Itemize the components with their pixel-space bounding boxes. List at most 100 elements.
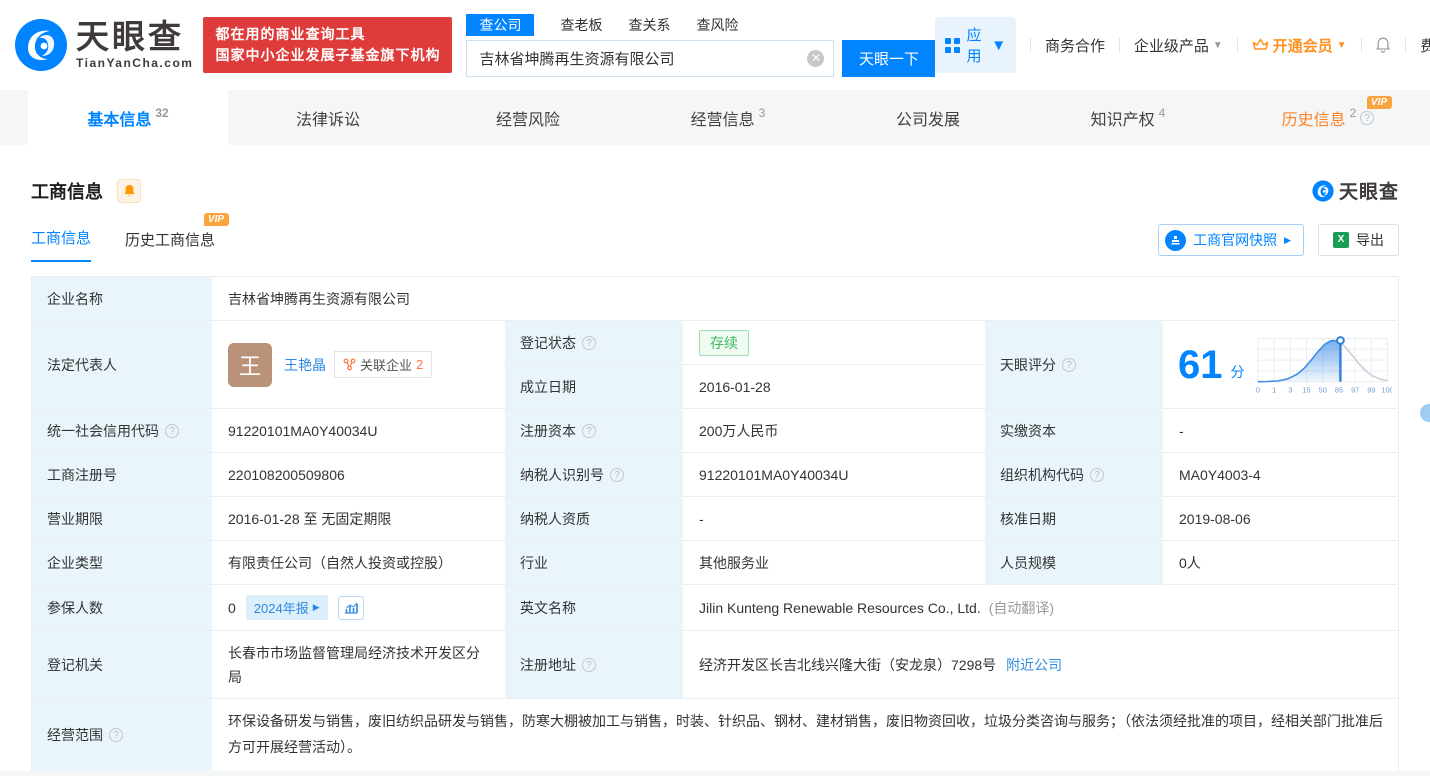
username: 费米 bbox=[1420, 35, 1430, 56]
legal-rep-name-link[interactable]: 王艳晶 bbox=[284, 355, 326, 375]
svg-text:85: 85 bbox=[1334, 385, 1342, 394]
credit-code-label: 统一社会信用代码? bbox=[32, 409, 213, 453]
annual-report-badge[interactable]: 2024年报 ▶ bbox=[246, 595, 328, 620]
company-type-label: 企业类型 bbox=[32, 541, 213, 585]
avatar[interactable]: 王 bbox=[228, 343, 272, 387]
search-tab-relation[interactable]: 查关系 bbox=[628, 14, 670, 36]
score-label: 天眼评分? bbox=[984, 321, 1164, 409]
staff-size-value: 0人 bbox=[1164, 541, 1398, 585]
help-icon[interactable]: ? bbox=[1062, 358, 1076, 372]
help-icon[interactable]: ? bbox=[1090, 468, 1104, 482]
menu-enterprise[interactable]: 企业级产品 ▼ bbox=[1134, 35, 1223, 56]
reg-number-label: 工商注册号 bbox=[32, 453, 213, 497]
industry-label: 行业 bbox=[504, 541, 684, 585]
help-icon[interactable]: ? bbox=[165, 424, 179, 438]
tianyancha-logo[interactable]: 天眼查 TianYanCha.com bbox=[14, 18, 193, 72]
business-info-table: 企业名称 吉林省坤腾再生资源有限公司 法定代表人 王 王艳晶 关联企业 2 bbox=[31, 276, 1399, 771]
legal-rep-cell: 王 王艳晶 关联企业 2 bbox=[213, 321, 504, 409]
menu-cooperation[interactable]: 商务合作 bbox=[1045, 35, 1105, 56]
watermark-text: 天眼查 bbox=[1339, 177, 1399, 204]
slogan-banner: 都在用的商业查询工具 国家中小企业发展子基金旗下机构 bbox=[203, 17, 452, 73]
taxpayer-quality-value: - bbox=[684, 497, 984, 541]
crown-icon bbox=[1252, 38, 1269, 52]
reg-authority-label: 登记机关 bbox=[32, 631, 213, 699]
bell-icon bbox=[123, 184, 136, 198]
clear-icon[interactable]: ✕ bbox=[807, 50, 824, 67]
search-tab-company[interactable]: 查公司 bbox=[466, 14, 534, 36]
user-menu[interactable]: 费米 ▼ bbox=[1420, 35, 1430, 56]
tab-history-info[interactable]: VIP 历史信息2 ? bbox=[1228, 90, 1428, 145]
watermark-logo: 天眼查 bbox=[1312, 177, 1399, 204]
staff-size-label: 人员规模 bbox=[984, 541, 1164, 585]
reg-number-value: 220108200509806 bbox=[213, 453, 504, 497]
export-button[interactable]: X 导出 bbox=[1318, 224, 1399, 256]
svg-text:0: 0 bbox=[1255, 385, 1259, 394]
search-tab-boss[interactable]: 查老板 bbox=[560, 14, 602, 36]
reg-status-label: 登记状态? bbox=[504, 321, 684, 365]
reg-capital-label: 注册资本? bbox=[504, 409, 684, 453]
est-date-value: 2016-01-28 bbox=[684, 365, 984, 409]
tianyancha-company-page: 天眼查 TianYanCha.com 都在用的商业查询工具 国家中小企业发展子基… bbox=[0, 0, 1430, 771]
english-name-label: 英文名称 bbox=[504, 585, 684, 631]
business-scope-label: 经营范围? bbox=[32, 699, 213, 771]
subscribe-bell-button[interactable] bbox=[117, 179, 141, 203]
bar-chart-icon bbox=[344, 602, 358, 614]
caret-down-icon: ▼ bbox=[1337, 40, 1347, 51]
insured-trend-button[interactable] bbox=[338, 596, 364, 620]
apps-menu[interactable]: 应用 ▼ bbox=[935, 17, 1016, 73]
tab-operation-info[interactable]: 经营信息3 bbox=[628, 90, 828, 145]
svg-text:100: 100 bbox=[1381, 385, 1392, 394]
auto-translate-note: (自动翻译) bbox=[989, 598, 1054, 618]
reg-capital-value: 200万人民币 bbox=[684, 409, 984, 453]
top-menu: 应用 ▼ 商务合作 企业级产品 ▼ 开通会员 ▼ bbox=[935, 17, 1430, 73]
caret-down-icon: ▼ bbox=[991, 37, 1006, 54]
help-icon[interactable]: ? bbox=[1360, 111, 1374, 125]
related-companies-badge[interactable]: 关联企业 2 bbox=[334, 351, 432, 378]
subtab-history-business-info[interactable]: VIP 历史工商信息 bbox=[125, 229, 215, 262]
slogan-line2: 国家中小企业发展子基金旗下机构 bbox=[215, 45, 440, 66]
help-icon[interactable]: ? bbox=[109, 728, 123, 742]
tab-operation-risk[interactable]: 经营风险 bbox=[428, 90, 628, 145]
logo-swirl-icon bbox=[1312, 180, 1334, 202]
nearby-companies-link[interactable]: 附近公司 bbox=[1006, 655, 1062, 675]
approval-date-value: 2019-08-06 bbox=[1164, 497, 1398, 541]
business-term-value: 2016-01-28 至 无固定期限 bbox=[213, 497, 504, 541]
help-icon[interactable]: ? bbox=[610, 468, 624, 482]
company-name-label: 企业名称 bbox=[32, 277, 213, 321]
paid-capital-label: 实缴资本 bbox=[984, 409, 1164, 453]
play-arrow-icon: ▶ bbox=[1284, 235, 1291, 246]
tab-company-development[interactable]: 公司发展 bbox=[828, 90, 1028, 145]
business-scope-value: 环保设备研发与销售，废旧纺织品研发与销售，防寒大棚被加工与销售，时装、针织品、钢… bbox=[213, 699, 1398, 771]
insured-count: 0 bbox=[228, 600, 236, 616]
menu-vip[interactable]: 开通会员 ▼ bbox=[1252, 35, 1347, 56]
search-button[interactable]: 天眼一下 bbox=[842, 40, 935, 77]
svg-text:99: 99 bbox=[1367, 385, 1375, 394]
taxpayer-id-value: 91220101MA0Y40034U bbox=[684, 453, 984, 497]
tab-basic-info[interactable]: 基本信息32 bbox=[28, 90, 228, 145]
status-badge: 存续 bbox=[699, 330, 749, 356]
notification-bell-icon[interactable] bbox=[1375, 35, 1391, 55]
english-name-cell: Jilin Kunteng Renewable Resources Co., L… bbox=[684, 585, 1398, 631]
slogan-line1: 都在用的商业查询工具 bbox=[215, 24, 440, 45]
help-icon[interactable]: ? bbox=[582, 658, 596, 672]
caret-down-icon: ▼ bbox=[1213, 40, 1223, 51]
help-icon[interactable]: ? bbox=[582, 424, 596, 438]
official-snapshot-button[interactable]: 工商官网快照 ▶ bbox=[1158, 224, 1304, 256]
taxpayer-quality-label: 纳税人资质 bbox=[504, 497, 684, 541]
help-icon[interactable]: ? bbox=[582, 336, 596, 350]
logo-swirl-icon bbox=[14, 18, 68, 72]
search-tabs: 查公司 查老板 查关系 查风险 bbox=[466, 14, 935, 36]
logo-domain: TianYanCha.com bbox=[76, 56, 193, 70]
score-cell: 61 分 bbox=[1164, 321, 1398, 409]
search-input[interactable] bbox=[466, 40, 834, 77]
taxpayer-id-label: 纳税人识别号? bbox=[504, 453, 684, 497]
svg-text:1: 1 bbox=[1272, 385, 1276, 394]
subtab-business-info[interactable]: 工商信息 bbox=[31, 227, 91, 262]
score-distribution-chart[interactable]: 0 1 3 15 50 85 97 99 100 bbox=[1253, 334, 1393, 396]
tab-legal-litigation[interactable]: 法律诉讼 bbox=[228, 90, 428, 145]
tab-intellectual-property[interactable]: 知识产权4 bbox=[1028, 90, 1228, 145]
address-label: 注册地址? bbox=[504, 631, 684, 699]
svg-text:3: 3 bbox=[1288, 385, 1292, 394]
apps-label: 应用 bbox=[966, 24, 985, 66]
search-tab-risk[interactable]: 查风险 bbox=[696, 14, 738, 36]
